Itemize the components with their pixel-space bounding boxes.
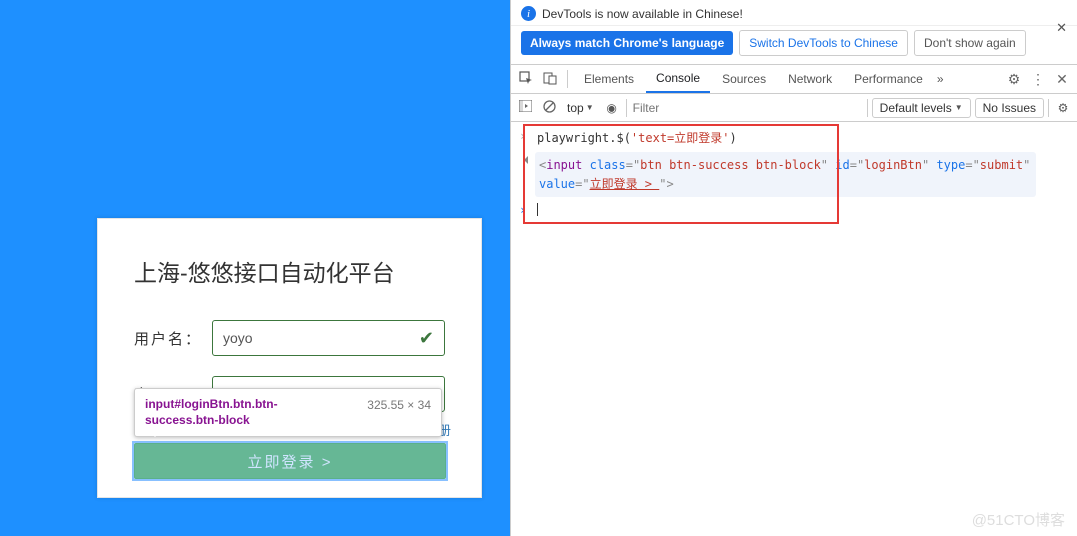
- inspect-tooltip: input#loginBtn.btn.btn-success.btn-block…: [134, 388, 442, 437]
- devtools-close-icon[interactable]: ✕: [1051, 71, 1073, 88]
- string-literal: 'text=立即登录': [631, 131, 730, 145]
- text-cursor: [537, 203, 538, 216]
- console-input-text: playwright.$('text=立即登录'): [537, 129, 737, 146]
- clear-console-icon[interactable]: [539, 100, 559, 116]
- inspect-highlight: [134, 443, 446, 479]
- inspect-selector: input#loginBtn.btn.btn-success.btn-block: [145, 396, 345, 428]
- context-selector[interactable]: top▼: [563, 101, 598, 115]
- issues-button[interactable]: No Issues: [975, 98, 1044, 118]
- tab-performance[interactable]: Performance: [844, 65, 933, 93]
- console-body[interactable]: › playwright.$('text=立即登录') <input class…: [511, 122, 1077, 536]
- divider: [567, 70, 568, 88]
- banner-close-icon[interactable]: ✕: [1056, 20, 1067, 36]
- username-input-wrap[interactable]: ✔: [212, 320, 445, 356]
- console-prompt-line[interactable]: ›: [517, 200, 1071, 220]
- tab-network[interactable]: Network: [778, 65, 842, 93]
- kebab-icon[interactable]: ⋮: [1027, 71, 1049, 88]
- devtools-banner: i DevTools is now available in Chinese! …: [511, 0, 1077, 26]
- username-input[interactable]: [213, 321, 419, 355]
- check-icon: ✔: [419, 328, 444, 349]
- console-settings-icon[interactable]: ⚙: [1053, 101, 1073, 115]
- console-input-line: › playwright.$('text=立即登录'): [517, 126, 1071, 149]
- inspect-dimensions: 325.55 × 34: [367, 396, 431, 412]
- login-title: 上海-悠悠接口自动化平台: [98, 244, 481, 310]
- prompt-icon: ›: [519, 203, 529, 217]
- sidebar-toggle-icon[interactable]: [515, 100, 535, 115]
- inspect-element-icon[interactable]: [515, 71, 537, 88]
- console-filter-input[interactable]: [631, 99, 863, 117]
- info-icon: i: [521, 6, 536, 21]
- btn-dont-show[interactable]: Don't show again: [914, 30, 1026, 56]
- username-row: 用户名： ✔: [98, 310, 481, 366]
- devtools-tabs: Elements Console Sources Network Perform…: [511, 64, 1077, 94]
- tab-elements[interactable]: Elements: [574, 65, 644, 93]
- tab-console[interactable]: Console: [646, 65, 710, 93]
- console-result[interactable]: <input class="btn btn-success btn-block"…: [535, 152, 1036, 197]
- log-levels-selector[interactable]: Default levels▼: [872, 98, 971, 118]
- divider: [626, 99, 627, 117]
- btn-always-match[interactable]: Always match Chrome's language: [521, 31, 733, 55]
- username-label: 用户名：: [134, 328, 212, 349]
- tabs-more-icon[interactable]: »: [937, 72, 944, 86]
- divider: [1048, 99, 1049, 117]
- console-result-line: <input class="btn btn-success btn-block"…: [517, 149, 1071, 200]
- login-card: 上海-悠悠接口自动化平台 用户名： ✔ 密 码： ✔ 注册 立即登录 > i: [97, 218, 482, 498]
- banner-text: DevTools is now available in Chinese!: [542, 7, 743, 21]
- divider: [867, 99, 868, 117]
- console-toolbar: top▼ ◉ Default levels▼ No Issues ⚙: [511, 94, 1077, 122]
- prompt-icon: ›: [519, 129, 529, 143]
- settings-icon[interactable]: ⚙: [1003, 71, 1025, 88]
- page-preview: 上海-悠悠接口自动化平台 用户名： ✔ 密 码： ✔ 注册 立即登录 > i: [0, 0, 510, 536]
- banner-buttons: Always match Chrome's language Switch De…: [511, 26, 1077, 64]
- result-icon: [519, 152, 529, 168]
- tab-sources[interactable]: Sources: [712, 65, 776, 93]
- watermark: @51CTO博客: [972, 509, 1065, 530]
- live-expression-icon[interactable]: ◉: [602, 101, 622, 115]
- devtools: i DevTools is now available in Chinese! …: [510, 0, 1077, 536]
- device-toggle-icon[interactable]: [539, 71, 561, 88]
- btn-switch-chinese[interactable]: Switch DevTools to Chinese: [739, 30, 908, 56]
